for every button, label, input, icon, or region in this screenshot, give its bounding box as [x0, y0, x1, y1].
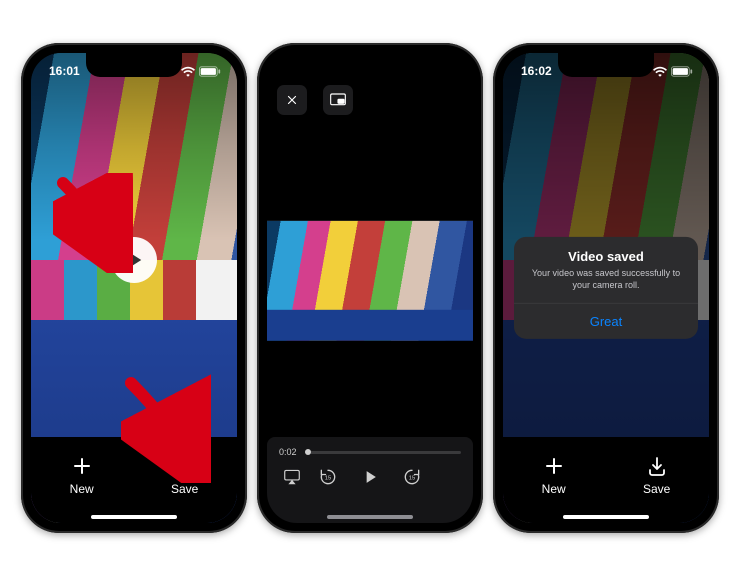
forward-icon: 15 [402, 467, 422, 487]
save-button[interactable]: Save [643, 454, 670, 496]
status-time: 16:01 [49, 64, 80, 78]
notch [558, 53, 654, 77]
pip-button[interactable] [323, 85, 353, 115]
alert-dialog: Video saved Your video was saved success… [514, 237, 698, 339]
battery-icon [671, 66, 693, 77]
video-player-area[interactable] [267, 221, 473, 341]
bottom-toolbar: New Save [503, 437, 709, 523]
airplay-icon [283, 469, 301, 485]
new-button[interactable]: New [542, 454, 566, 496]
player-controls: 0:02 15 15 [267, 437, 473, 523]
save-button-label: Save [643, 482, 670, 496]
home-indicator[interactable] [91, 515, 177, 519]
svg-text:15: 15 [325, 476, 331, 482]
airplay-button[interactable] [283, 469, 301, 490]
wifi-icon [181, 66, 195, 77]
phone-frame-2: 0:02 15 15 [257, 43, 483, 533]
plus-icon [542, 454, 566, 478]
rewind-15-button[interactable]: 15 [318, 467, 338, 492]
alert-confirm-button[interactable]: Great [514, 304, 698, 339]
rewind-icon: 15 [318, 467, 338, 487]
elapsed-time: 0:02 [279, 447, 297, 457]
close-button[interactable] [277, 85, 307, 115]
plus-icon [70, 454, 94, 478]
annotation-arrow-save [121, 373, 211, 488]
play-button[interactable] [360, 467, 380, 492]
battery-icon [199, 66, 221, 77]
phone-frame-1: 16:01 [21, 43, 247, 533]
svg-text:15: 15 [409, 476, 415, 482]
notch [86, 53, 182, 77]
status-time: 16:02 [521, 64, 552, 78]
player-top-controls [267, 85, 473, 115]
seek-bar[interactable] [305, 451, 461, 454]
play-icon [360, 467, 380, 487]
notch [322, 53, 418, 77]
close-icon [285, 93, 299, 107]
new-button-label: New [542, 482, 566, 496]
pip-icon [330, 93, 346, 107]
new-button-label: New [70, 482, 94, 496]
alert-title: Video saved [514, 237, 698, 268]
annotation-arrow-play [53, 173, 133, 278]
phone-frame-3: 16:02 Video saved Your video was saved s… [493, 43, 719, 533]
forward-15-button[interactable]: 15 [402, 467, 422, 492]
alert-message: Your video was saved successfully to you… [514, 268, 698, 303]
wifi-icon [653, 66, 667, 77]
download-icon [645, 454, 669, 478]
new-button[interactable]: New [70, 454, 94, 496]
home-indicator[interactable] [327, 515, 413, 519]
seek-thumb[interactable] [305, 449, 311, 455]
home-indicator[interactable] [563, 515, 649, 519]
